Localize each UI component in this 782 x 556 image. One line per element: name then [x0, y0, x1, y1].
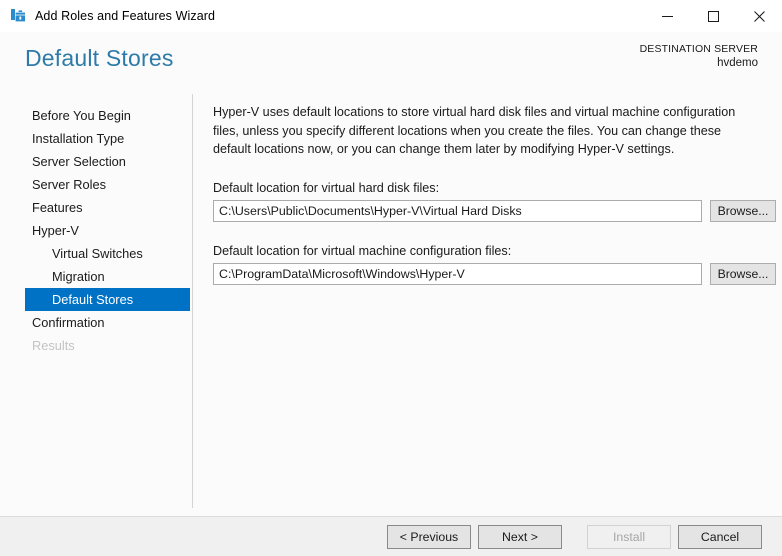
- sidebar-item-results: Results: [0, 334, 193, 357]
- wizard-toolbox-icon: [10, 8, 26, 24]
- wizard-footer: < Previous Next > Install Cancel: [0, 516, 782, 556]
- sidebar-item-migration[interactable]: Migration: [0, 265, 193, 288]
- page-title: Default Stores: [25, 45, 174, 72]
- close-icon: [754, 11, 765, 22]
- destination-server-value: hvdemo: [640, 56, 758, 72]
- vm-config-location-row: Browse...: [213, 263, 776, 285]
- cancel-button[interactable]: Cancel: [678, 525, 762, 549]
- wizard-sidebar: Before You BeginInstallation TypeServer …: [0, 94, 193, 516]
- previous-button[interactable]: < Previous: [387, 525, 471, 549]
- install-button: Install: [587, 525, 671, 549]
- close-button[interactable]: [736, 0, 782, 32]
- next-button[interactable]: Next >: [478, 525, 562, 549]
- destination-server-label: DESTINATION SERVER: [640, 42, 758, 56]
- sidebar-item-virtual-switches[interactable]: Virtual Switches: [0, 242, 193, 265]
- wizard-window: Add Roles and Features Wizard Defaul: [0, 0, 782, 556]
- sidebar-item-default-stores[interactable]: Default Stores: [25, 288, 190, 311]
- destination-server-block: DESTINATION SERVER hvdemo: [640, 42, 758, 72]
- vhd-location-label: Default location for virtual hard disk f…: [213, 181, 772, 195]
- maximize-icon: [708, 11, 719, 22]
- minimize-button[interactable]: [644, 0, 690, 32]
- vhd-location-input[interactable]: [213, 200, 702, 222]
- body-area: Before You BeginInstallation TypeServer …: [0, 94, 782, 516]
- intro-text: Hyper-V uses default locations to store …: [213, 103, 762, 159]
- page-header: Default Stores DESTINATION SERVER hvdemo: [0, 32, 782, 94]
- vhd-location-row: Browse...: [213, 200, 776, 222]
- wizard-content: Hyper-V uses default locations to store …: [193, 94, 782, 516]
- vm-config-location-input[interactable]: [213, 263, 702, 285]
- sidebar-item-hyper-v[interactable]: Hyper-V: [0, 219, 193, 242]
- sidebar-item-installation-type[interactable]: Installation Type: [0, 127, 193, 150]
- maximize-button[interactable]: [690, 0, 736, 32]
- vhd-browse-button[interactable]: Browse...: [710, 200, 776, 222]
- sidebar-item-before-you-begin[interactable]: Before You Begin: [0, 104, 193, 127]
- vm-config-location-label: Default location for virtual machine con…: [213, 244, 772, 258]
- window-controls: [644, 0, 782, 32]
- sidebar-item-confirmation[interactable]: Confirmation: [0, 311, 193, 334]
- vm-config-browse-button[interactable]: Browse...: [710, 263, 776, 285]
- sidebar-item-features[interactable]: Features: [0, 196, 193, 219]
- title-bar: Add Roles and Features Wizard: [0, 0, 782, 32]
- window-title: Add Roles and Features Wizard: [35, 9, 215, 23]
- sidebar-item-server-roles[interactable]: Server Roles: [0, 173, 193, 196]
- minimize-icon: [662, 11, 673, 22]
- sidebar-item-server-selection[interactable]: Server Selection: [0, 150, 193, 173]
